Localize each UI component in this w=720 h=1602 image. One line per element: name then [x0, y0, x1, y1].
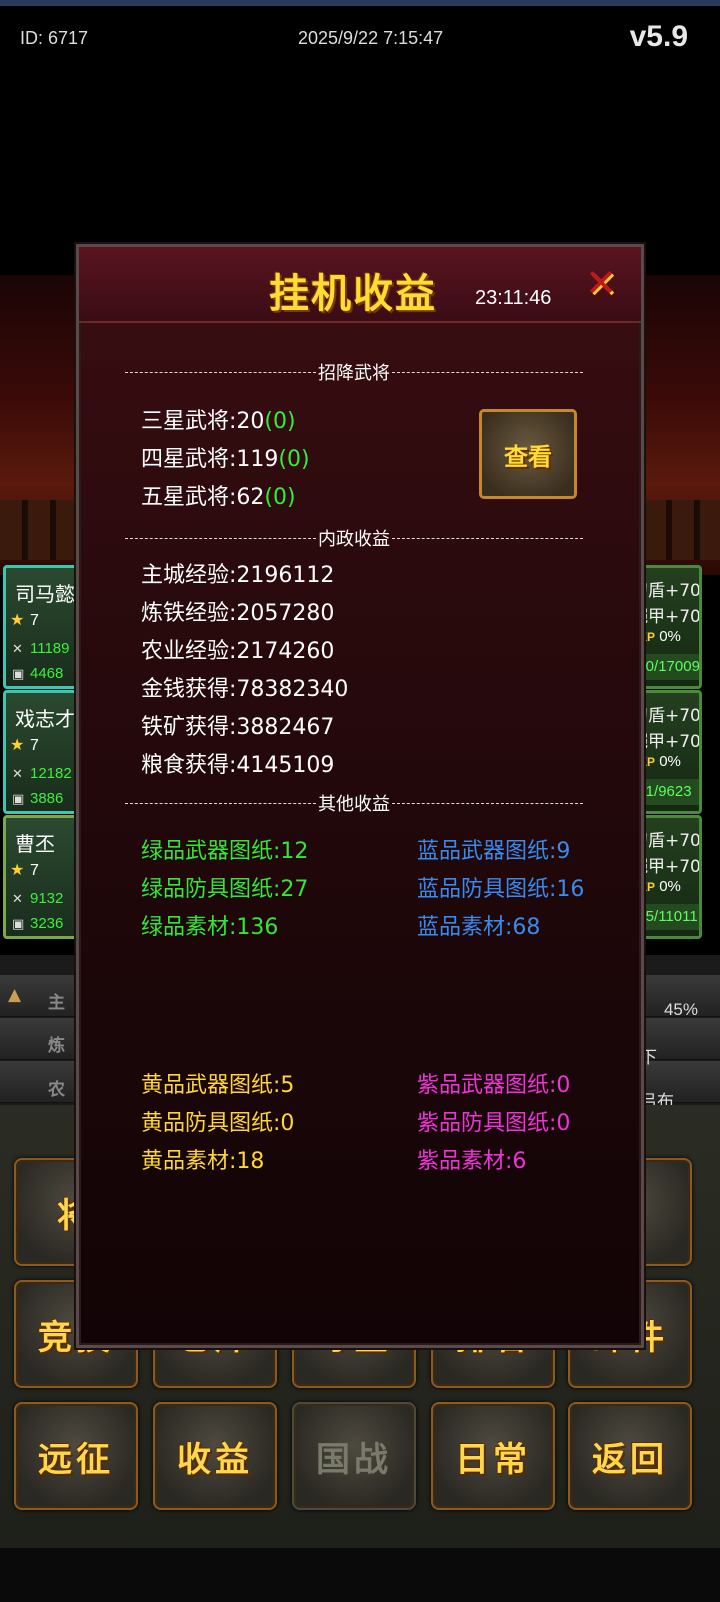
domestic-item: 金钱获得:78382340	[141, 677, 349, 702]
blue-armor-blueprint: 蓝品防具图纸:16	[417, 877, 585, 902]
section-divider: 其他收益	[125, 790, 583, 816]
hero-stars: 7	[30, 737, 39, 754]
blue-weapon-blueprint: 蓝品武器图纸:9	[417, 839, 571, 864]
recruit-three-star: 三星武将:20(0)	[141, 409, 296, 434]
armor-icon: ▣	[12, 667, 25, 682]
domestic-item: 粮食获得:4145109	[141, 753, 335, 778]
hero-attack: 9132	[30, 890, 64, 907]
armor-icon: ▣	[12, 792, 25, 807]
strip-label: 炼	[48, 1036, 65, 1056]
status-bar: ID: 6717 2025/9/22 7:15:47 v5.9	[0, 6, 720, 76]
close-x-icon[interactable]: ✕	[583, 263, 619, 303]
hero-card[interactable]: 曹丕 ★ 7 ✕ 9132 ▣ 3236	[3, 815, 79, 939]
sword-icon: ✕	[12, 767, 23, 782]
domestic-item: 铁矿获得:3882467	[141, 715, 335, 740]
hero-stars: 7	[30, 612, 39, 629]
hero-name: 戏志才	[15, 707, 75, 731]
dialog-title: 挂机收益	[269, 270, 437, 317]
purple-armor-blueprint: 紫品防具图纸:0	[417, 1111, 571, 1136]
domestic-item: 主城经验:2196112	[141, 563, 335, 588]
expedition-button[interactable]: 远征	[14, 1402, 138, 1510]
purple-material: 紫品素材:6	[417, 1149, 527, 1174]
armor-icon: ▣	[12, 917, 25, 932]
green-armor-blueprint: 绿品防具图纸:27	[141, 877, 309, 902]
domestic-item: 农业经验:2174260	[141, 639, 335, 664]
view-button[interactable]: 查看	[479, 409, 577, 499]
idle-timer: 23:11:46	[475, 287, 552, 309]
recruit-four-star: 四星武将:119(0)	[141, 447, 310, 472]
green-weapon-blueprint: 绿品武器图纸:12	[141, 839, 309, 864]
dialog-header: 挂机收益 23:11:46 ✕	[79, 247, 641, 323]
strip-label: 农	[48, 1080, 65, 1100]
version-label: v5.9	[629, 20, 688, 53]
hero-card[interactable]: 司马懿 ★ 7 ✕ 11189 ▣ 4468	[3, 565, 79, 689]
star-icon: ★	[10, 610, 25, 629]
yellow-weapon-blueprint: 黄品武器图纸:5	[141, 1073, 295, 1098]
strip-percent: 45%	[663, 1000, 698, 1019]
hero-name: 曹丕	[15, 832, 55, 856]
section-title-recruit: 招降武将	[318, 363, 390, 384]
back-button[interactable]: 返回	[568, 1402, 692, 1510]
strip-label: 主	[48, 993, 65, 1013]
server-datetime: 2025/9/22 7:15:47	[298, 28, 444, 48]
section-title-other: 其他收益	[318, 794, 390, 815]
blue-material: 蓝品素材:68	[417, 915, 541, 940]
domestic-item: 炼铁经验:2057280	[141, 601, 335, 626]
yellow-material: 黄品素材:18	[141, 1149, 265, 1174]
purple-weapon-blueprint: 紫品武器图纸:0	[417, 1073, 571, 1098]
idle-income-dialog: 挂机收益 23:11:46 ✕ 招降武将 三星武将:20(0) 四星武将:119…	[76, 244, 644, 1348]
hero-card[interactable]: 戏志才 ★ 7 ✕ 12182 ▣ 3886	[3, 690, 79, 814]
income-button[interactable]: 收益	[153, 1402, 277, 1510]
sword-icon: ✕	[12, 642, 23, 657]
hero-stars: 7	[30, 862, 39, 879]
sword-icon: ✕	[12, 892, 23, 907]
national-war-button[interactable]: 国战	[292, 1402, 416, 1510]
daily-button[interactable]: 日常	[431, 1402, 555, 1510]
player-id: ID: 6717	[20, 28, 89, 48]
green-material: 绿品素材:136	[141, 915, 279, 940]
hero-name: 司马懿	[15, 582, 75, 606]
hero-defense: 4468	[30, 665, 64, 682]
hero-defense: 3886	[30, 790, 64, 807]
yellow-armor-blueprint: 黄品防具图纸:0	[141, 1111, 295, 1136]
bottom-bar	[0, 1548, 720, 1602]
recruit-five-star: 五星武将:62(0)	[141, 485, 296, 510]
section-divider: 内政收益	[125, 525, 583, 551]
hero-defense: 3236	[30, 915, 64, 932]
star-icon: ★	[10, 860, 25, 879]
section-title-domestic: 内政收益	[318, 529, 390, 550]
city-icon: ▲	[8, 985, 22, 1005]
hero-attack: 11189	[30, 640, 70, 657]
hero-attack: 12182	[30, 765, 72, 782]
star-icon: ★	[10, 735, 25, 754]
section-divider: 招降武将	[125, 359, 583, 385]
